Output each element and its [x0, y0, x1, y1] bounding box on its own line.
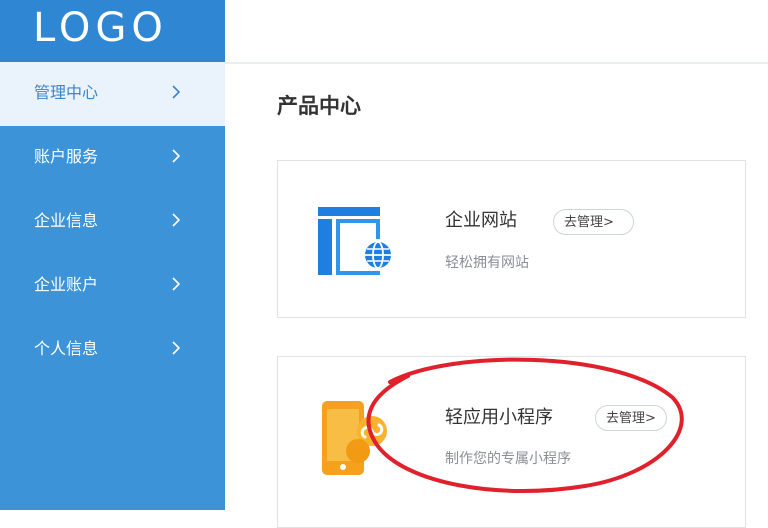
product-description: 轻松拥有网站 [445, 255, 529, 271]
chevron-right-icon [172, 85, 181, 99]
chevron-right-icon [172, 277, 181, 291]
mini-program-phone-icon [322, 401, 387, 475]
sidebar-item-label: 管理中心 [34, 83, 99, 102]
sidebar-item-label: 企业信息 [34, 211, 99, 230]
sidebar: LOGO 管理中心 账户服务 企业信息 企业账户 个人信息 [0, 0, 225, 510]
product-title: 轻应用小程序 [445, 407, 553, 428]
manage-button[interactable]: 去管理> [595, 405, 667, 431]
sidebar-item-management-center[interactable]: 管理中心 [0, 62, 225, 126]
logo[interactable]: LOGO [0, 0, 225, 62]
sidebar-item-company-account[interactable]: 企业账户 [0, 254, 225, 318]
product-title: 企业网站 [445, 210, 517, 231]
chevron-right-icon [172, 213, 181, 227]
sidebar-item-label: 企业账户 [34, 275, 99, 294]
product-card-mini-program: 轻应用小程序 去管理> 制作您的专属小程序 [277, 356, 746, 528]
website-globe-icon [318, 207, 394, 275]
logo-text: LOGO [33, 5, 168, 51]
chevron-right-icon [172, 149, 181, 163]
product-card-website: 企业网站 去管理> 轻松拥有网站 [277, 160, 746, 318]
chevron-right-icon [172, 341, 181, 355]
sidebar-item-label: 账户服务 [34, 147, 99, 166]
product-description: 制作您的专属小程序 [445, 451, 571, 467]
sidebar-item-account-services[interactable]: 账户服务 [0, 126, 225, 190]
sidebar-item-personal-info[interactable]: 个人信息 [0, 318, 225, 382]
top-bar [225, 0, 768, 64]
page-title: 产品中心 [277, 94, 361, 118]
sidebar-item-company-info[interactable]: 企业信息 [0, 190, 225, 254]
manage-button[interactable]: 去管理> [553, 209, 634, 235]
sidebar-item-label: 个人信息 [34, 339, 99, 358]
